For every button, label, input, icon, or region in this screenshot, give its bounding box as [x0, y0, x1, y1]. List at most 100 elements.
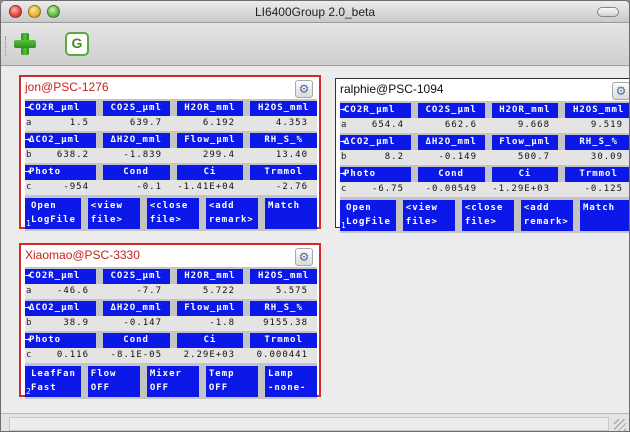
variable-header[interactable]: H2OS_mml — [250, 101, 317, 116]
action-button[interactable]: <close file> — [146, 198, 199, 229]
variable-header[interactable]: Trmmol — [565, 167, 629, 182]
variable-header[interactable]: → Photo — [340, 167, 411, 182]
variable-value: -0.147 — [123, 318, 162, 328]
action-button[interactable]: <close file> — [461, 200, 514, 231]
variable-header[interactable]: RH_S_% — [250, 301, 317, 316]
arrow-icon: → — [25, 303, 32, 313]
row-letter: a — [341, 120, 347, 130]
variable-header[interactable]: H2OS_mml — [565, 103, 629, 118]
variable-header[interactable]: H2OS_mml — [250, 269, 317, 284]
action-button[interactable]: Match — [264, 198, 317, 229]
button-row-number: 1 — [341, 221, 346, 230]
variable-header[interactable]: Trmmol — [250, 333, 317, 348]
variable-header[interactable]: Cond — [102, 165, 170, 180]
variable-value: 299.4 — [202, 150, 235, 160]
variable-header[interactable]: H2OR_mml — [176, 269, 244, 284]
action-button[interactable]: Open LogFile — [340, 200, 396, 231]
variable-header[interactable]: → Photo — [25, 165, 96, 180]
button-row: Open LogFile <view file> <close file> <add … — [340, 197, 629, 233]
variable-value: -46.6 — [56, 286, 89, 296]
variable-header[interactable]: → ΔCO2_µml — [340, 135, 411, 150]
variable-header[interactable]: CO2S_µml — [102, 101, 170, 116]
variable-header[interactable]: RH_S_% — [565, 135, 629, 150]
panel-title: jon@PSC-1276 — [25, 80, 109, 94]
variable-value: 654.4 — [371, 120, 404, 130]
variable-header[interactable]: → CO2R_µml — [25, 269, 96, 284]
action-button[interactable]: Temp OFF — [205, 366, 258, 397]
status-bar — [1, 413, 629, 431]
variable-header[interactable]: → ΔCO2_µml — [25, 301, 96, 316]
variable-value: 13.40 — [275, 150, 308, 160]
variable-header[interactable]: → CO2R_µml — [25, 101, 96, 116]
variable-value: -0.149 — [438, 152, 477, 162]
variable-header[interactable]: Trmmol — [250, 165, 317, 180]
variable-header[interactable]: Flow_µml — [491, 135, 559, 150]
variable-header[interactable]: ΔH2O_mml — [102, 133, 170, 148]
arrow-icon: → — [340, 137, 347, 147]
value-row: c -954 -0.1 -1.41E+04 -2.76 — [25, 180, 317, 195]
action-button[interactable]: Lamp -none- — [264, 366, 317, 397]
variable-value: -954 — [63, 182, 89, 192]
variable-header[interactable]: → Photo — [25, 333, 96, 348]
readout-grid: → CO2R_µml CO2S_µml H2OR_mml H2OS_mmla -46.6 -… — [25, 267, 317, 399]
action-button[interactable]: LeafFan Fast — [25, 366, 81, 397]
row-letter: b — [26, 150, 32, 160]
header-row: → CO2R_µml CO2S_µml H2OR_mml H2OS_mml — [25, 267, 317, 284]
value-row: a 654.4 662.6 9.668 9.519 — [340, 118, 629, 133]
variable-header[interactable]: Cond — [417, 167, 485, 182]
variable-header[interactable]: CO2S_µml — [102, 269, 170, 284]
variable-header[interactable]: Flow_µml — [176, 301, 244, 316]
variable-header[interactable]: RH_S_% — [250, 133, 317, 148]
variable-header[interactable]: CO2S_µml — [417, 103, 485, 118]
variable-header[interactable]: Ci — [176, 333, 244, 348]
resize-grip[interactable] — [614, 419, 626, 431]
readout-grid: → CO2R_µml CO2S_µml H2OR_mml H2OS_mml a 654.4 6… — [340, 101, 629, 233]
variable-value: 0.000441 — [256, 350, 308, 360]
variable-header[interactable]: → CO2R_µml — [340, 103, 411, 118]
toolbar-toggle-button[interactable] — [597, 7, 619, 17]
row-letter: a — [26, 286, 32, 296]
arrow-icon: → — [25, 167, 32, 177]
header-row: → ΔCO2_µml ΔH2O_mml Flow_µml RH_S_% — [25, 299, 317, 316]
toolbar: G — [1, 24, 629, 66]
variable-header[interactable]: → ΔCO2_µml — [25, 133, 96, 148]
button-row-number: 1 — [26, 219, 31, 228]
variable-header[interactable]: Cond — [102, 333, 170, 348]
row-letter: c — [26, 182, 32, 192]
action-button[interactable]: <view file> — [87, 198, 140, 229]
action-button[interactable]: <add remark> — [205, 198, 258, 229]
settings-icon[interactable]: ⚙ — [295, 80, 313, 98]
variable-header[interactable]: H2OR_mml — [176, 101, 244, 116]
variable-value: 9.668 — [517, 120, 550, 130]
variable-header[interactable]: ΔH2O_mml — [102, 301, 170, 316]
instrument-panel: Xiaomao@PSC-3330 ⚙ → CO2R_µml CO2S_µml H2OR_m… — [19, 243, 321, 399]
arrow-icon: → — [25, 335, 32, 345]
header-row: → Photo Cond Ci Trmmol — [340, 165, 629, 182]
value-row: a 1.5 639.7 6.192 4.353 — [25, 116, 317, 131]
variable-header[interactable]: H2OR_mml — [491, 103, 559, 118]
arrow-icon: → — [25, 135, 32, 145]
action-button[interactable]: <view file> — [402, 200, 455, 231]
variable-header[interactable]: ΔH2O_mml — [417, 135, 485, 150]
action-button[interactable]: Open LogFile — [25, 198, 81, 229]
group-button[interactable]: G — [65, 32, 89, 56]
button-row: LeafFan Fast Flow OFF Mixer OFF Temp OFF Lam… — [25, 363, 317, 399]
header-row: → Photo Cond Ci Trmmol — [25, 163, 317, 180]
action-button[interactable]: Match — [579, 200, 629, 231]
variable-header[interactable]: Ci — [176, 165, 244, 180]
action-button[interactable]: Flow OFF — [87, 366, 140, 397]
add-instrument-button[interactable] — [13, 32, 37, 56]
variable-value: 2.29E+03 — [183, 350, 235, 360]
value-row: b 638.2 -1.839 299.4 13.40 — [25, 148, 317, 163]
title-bar: LI6400Group 2.0_beta — [1, 1, 629, 23]
row-letter: a — [26, 118, 32, 128]
variable-header[interactable]: Ci — [491, 167, 559, 182]
header-row: → ΔCO2_µml ΔH2O_mml Flow_µml RH_S_% — [25, 131, 317, 148]
settings-icon[interactable]: ⚙ — [612, 82, 629, 100]
variable-header[interactable]: Flow_µml — [176, 133, 244, 148]
variable-value: 5.722 — [202, 286, 235, 296]
action-button[interactable]: <add remark> — [520, 200, 573, 231]
action-button[interactable]: Mixer OFF — [146, 366, 199, 397]
panels-area: jon@PSC-1276 ⚙ → CO2R_µml CO2S_µml H2OR_mml H2… — [1, 67, 629, 413]
settings-icon[interactable]: ⚙ — [295, 248, 313, 266]
